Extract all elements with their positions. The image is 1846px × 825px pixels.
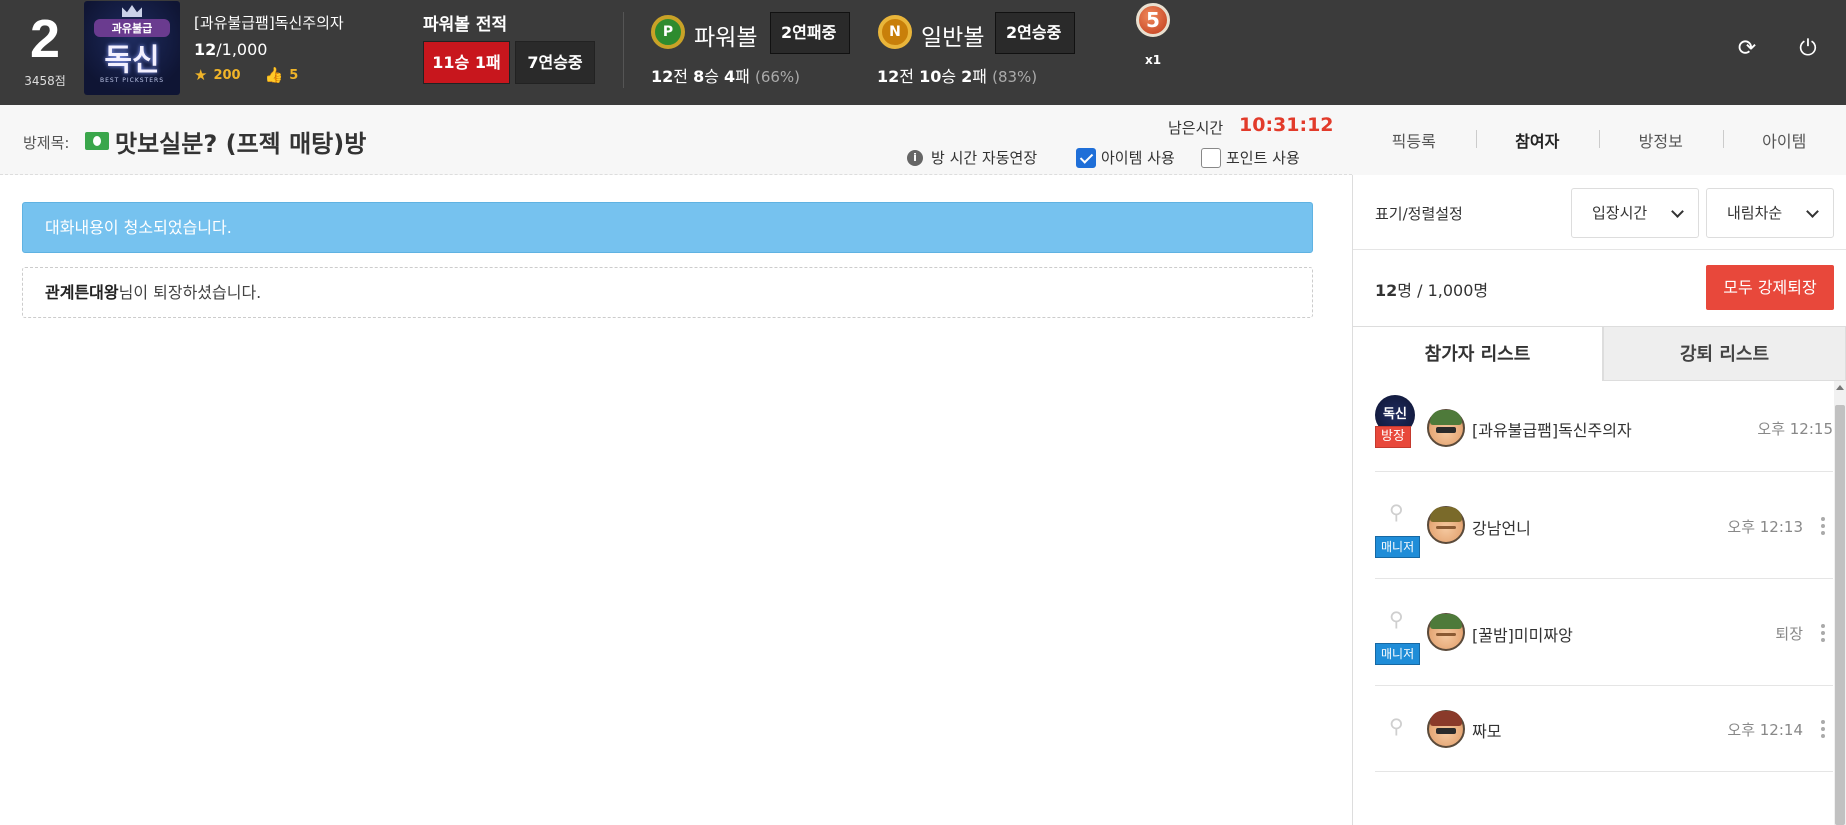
thumbs-up-icon: 👍 bbox=[264, 66, 284, 84]
room-header: 방제목: 맛보실분? (프젝 매탕)방 남은시간 10:31:12 i 방 시간 … bbox=[0, 105, 1352, 175]
info-icon: i bbox=[907, 149, 923, 166]
record-winloss: 11승 1패 bbox=[423, 41, 510, 84]
more-menu-icon[interactable] bbox=[1821, 624, 1825, 645]
item-multiplier: x1 bbox=[1144, 53, 1162, 67]
sort-label: 표기/정렬설정 bbox=[1375, 205, 1463, 223]
record-title: 파워볼 전적 bbox=[423, 15, 508, 35]
participants-panel: 표기/정렬설정 입장시간 내림차순 12명 / 1,000명 모두 강제퇴장 참… bbox=[1353, 175, 1846, 825]
logo-sub-text: BEST PICKSTERS bbox=[99, 77, 165, 84]
crown-icon bbox=[122, 5, 142, 17]
normalball-record: 12전 10승 2패 (83%) bbox=[877, 67, 1038, 86]
divider bbox=[1353, 249, 1846, 250]
point-use-label: 포인트 사용 bbox=[1226, 149, 1300, 167]
more-menu-icon[interactable] bbox=[1821, 720, 1825, 741]
powerball-name: 파워볼 bbox=[694, 25, 758, 51]
auto-extend-option[interactable]: i 방 시간 자동연장 bbox=[907, 147, 1037, 168]
money-icon bbox=[85, 132, 109, 150]
right-tabs: 픽등록 참여자 방정보 아이템 bbox=[1352, 105, 1846, 175]
pin-icon[interactable]: ⚲ bbox=[1389, 607, 1404, 631]
more-menu-icon[interactable] bbox=[1821, 517, 1825, 538]
powerball-icon: P bbox=[651, 15, 685, 49]
tab-kicked-list[interactable]: 강퇴 리스트 bbox=[1603, 326, 1846, 381]
role-badge: 방장 bbox=[1375, 426, 1411, 448]
scroll-up-icon[interactable] bbox=[1836, 385, 1844, 390]
avatar bbox=[1427, 613, 1465, 651]
pin-icon[interactable]: ⚲ bbox=[1389, 500, 1404, 524]
sort-order-select[interactable]: 내림차순 bbox=[1706, 188, 1834, 238]
item-use-label: 아이템 사용 bbox=[1101, 149, 1175, 167]
remain-time: 10:31:12 bbox=[1239, 114, 1334, 136]
role-badge: 매니저 bbox=[1375, 536, 1421, 558]
item-ball-icon[interactable]: 5 bbox=[1136, 3, 1170, 37]
scrollbar[interactable] bbox=[1834, 381, 1846, 825]
remain-time-label: 남은시간 bbox=[1168, 119, 1224, 137]
room-title: 맛보실분? (프젝 매탕)방 bbox=[115, 130, 367, 158]
item-use-option[interactable]: 아이템 사용 bbox=[1076, 147, 1175, 168]
point-use-checkbox[interactable] bbox=[1201, 147, 1221, 168]
power-icon[interactable]: ⏻ bbox=[1795, 36, 1821, 62]
normalball-icon: N bbox=[878, 15, 912, 49]
item-use-checkbox[interactable] bbox=[1076, 147, 1096, 168]
participant-count: 12명 / 1,000명 bbox=[1375, 281, 1489, 300]
rank-points: 3458점 bbox=[24, 74, 66, 88]
normalball-streak: 2연승중 bbox=[995, 12, 1075, 54]
participant-name[interactable]: 짜모 bbox=[1472, 718, 1501, 742]
participant-name[interactable]: 강남언니 bbox=[1472, 515, 1531, 539]
leave-user-name[interactable]: 관계튼대왕 bbox=[45, 283, 119, 302]
refresh-icon[interactable]: ⟳ bbox=[1734, 36, 1760, 62]
tab-pick-register[interactable]: 픽등록 bbox=[1352, 128, 1476, 152]
tab-items[interactable]: 아이템 bbox=[1722, 128, 1846, 152]
tab-participant-list[interactable]: 참가자 리스트 bbox=[1353, 326, 1603, 381]
list-item[interactable]: ⚲ 매니저 [꿀밤]미미짜앙 퇴장 bbox=[1375, 579, 1833, 686]
pin-icon[interactable]: ⚲ bbox=[1389, 714, 1404, 738]
avatar bbox=[1427, 506, 1465, 544]
powerball-streak: 2연패중 bbox=[770, 12, 850, 54]
participant-time: 오후 12:15 bbox=[1757, 420, 1833, 438]
star-count: 200 bbox=[213, 67, 241, 83]
chat-notice: 대화내용이 청소되었습니다. bbox=[22, 202, 1313, 253]
rank-number: 2 bbox=[29, 9, 61, 69]
list-item[interactable]: ⚲ 짜모 오후 12:14 bbox=[1375, 686, 1833, 772]
participant-name[interactable]: [꿀밤]미미짜앙 bbox=[1472, 622, 1573, 646]
list-tabs: 참가자 리스트 강퇴 리스트 bbox=[1353, 326, 1846, 381]
rank-block: 2 3458점 bbox=[14, 8, 76, 89]
auto-extend-label: 방 시간 자동연장 bbox=[931, 149, 1038, 167]
tab-room-info[interactable]: 방정보 bbox=[1599, 128, 1723, 152]
user-count: 12/1,000 bbox=[194, 40, 268, 59]
role-badge: 매니저 bbox=[1375, 643, 1421, 665]
logo-main-text: 독신 bbox=[104, 43, 160, 78]
user-stats: ★ 200 👍 5 bbox=[194, 66, 322, 84]
divider bbox=[623, 12, 624, 88]
participant-time: 오후 12:14 bbox=[1727, 721, 1803, 739]
participant-time: 오후 12:13 bbox=[1727, 518, 1803, 536]
record-streak: 7연승중 bbox=[515, 41, 595, 84]
room-label: 방제목: bbox=[23, 134, 70, 152]
point-use-option[interactable]: 포인트 사용 bbox=[1201, 147, 1300, 168]
avatar bbox=[1427, 409, 1465, 447]
scrollbar-thumb[interactable] bbox=[1835, 405, 1845, 825]
participant-name[interactable]: [과유불급팸]독신주의자 bbox=[1472, 417, 1632, 441]
list-item[interactable]: ⚲ 매니저 강남언니 오후 12:13 bbox=[1375, 472, 1833, 579]
powerball-record: 12전 8승 4패 (66%) bbox=[651, 67, 801, 86]
chat-area: 대화내용이 청소되었습니다. 관계튼대왕님이 퇴장하셨습니다. bbox=[0, 175, 1352, 825]
list-item[interactable]: 독신 방장 [과유불급팸]독신주의자 오후 12:15 bbox=[1375, 381, 1833, 472]
sort-by-select[interactable]: 입장시간 bbox=[1571, 188, 1699, 238]
tab-participants[interactable]: 참여자 bbox=[1475, 128, 1600, 152]
avatar bbox=[1427, 710, 1465, 748]
star-icon: ★ bbox=[194, 66, 208, 84]
kick-all-button[interactable]: 모두 강제퇴장 bbox=[1706, 265, 1834, 310]
chat-leave-message: 관계튼대왕님이 퇴장하셨습니다. bbox=[22, 267, 1313, 318]
participant-time: 퇴장 bbox=[1775, 625, 1803, 643]
like-count: 5 bbox=[289, 67, 299, 83]
top-bar: 2 3458점 과유불급 독신 BEST PICKSTERS [과유불급팸]독신… bbox=[0, 0, 1846, 105]
team-logo: 과유불급 독신 BEST PICKSTERS bbox=[84, 1, 180, 95]
user-name[interactable]: [과유불급팸]독신주의자 bbox=[194, 12, 344, 33]
participant-list: 독신 방장 [과유불급팸]독신주의자 오후 12:15 ⚲ 매니저 강남언니 오… bbox=[1353, 381, 1833, 772]
normalball-name: 일반볼 bbox=[921, 25, 985, 51]
